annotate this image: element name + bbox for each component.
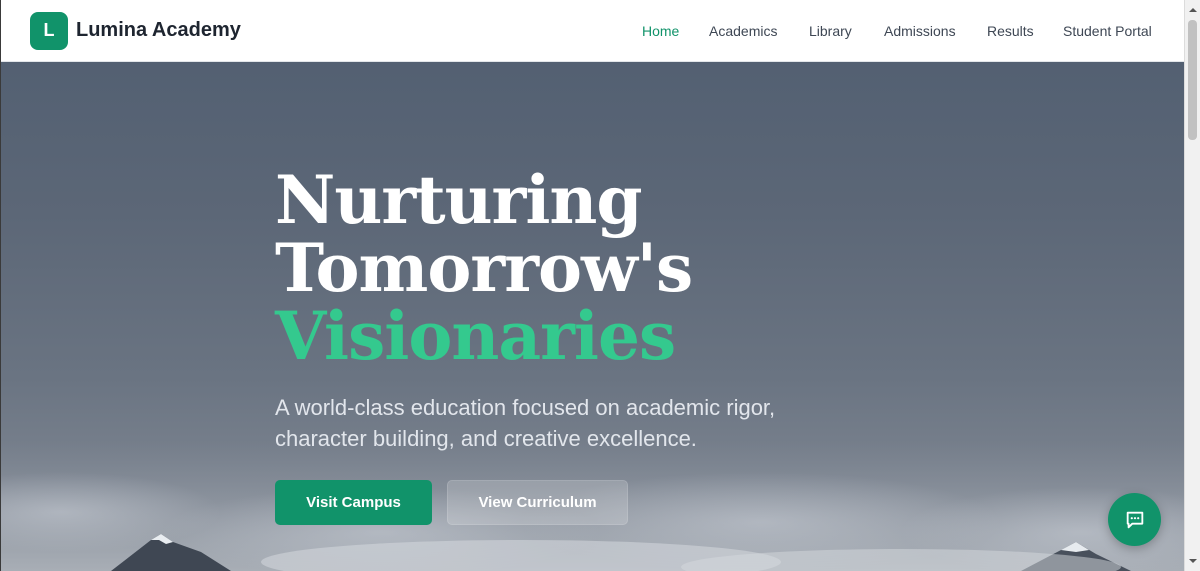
nav-item-library[interactable]: Library (809, 23, 852, 39)
hero-content: Nurturing Tomorrow's Visionaries A world… (275, 166, 895, 525)
nav-item-student-portal[interactable]: Student Portal (1063, 23, 1152, 39)
browser-viewport: L Lumina Academy Home Academics Library … (0, 0, 1184, 571)
chat-button[interactable] (1108, 493, 1161, 546)
logo-mark: L (30, 11, 68, 50)
view-curriculum-button[interactable]: View Curriculum (447, 480, 628, 525)
headline-accent: Visionaries (275, 297, 676, 375)
nav-item-admissions[interactable]: Admissions (884, 23, 956, 39)
hero-cta-row: Visit Campus View Curriculum (275, 480, 675, 526)
brand-name: Lumina Academy (76, 19, 241, 41)
hero-subtext: A world-class education focused on acade… (275, 395, 776, 451)
nav-item-academics[interactable]: Academics (709, 23, 777, 39)
scrollbar-thumb[interactable] (1188, 20, 1197, 140)
scroll-up-arrow-icon[interactable] (1189, 6, 1197, 14)
brand[interactable]: L Lumina Academy (30, 11, 241, 50)
nav-item-home[interactable]: Home (642, 23, 679, 39)
chat-bubble-icon (1126, 511, 1143, 528)
page-scrollbar[interactable] (1184, 0, 1200, 571)
site-header: L Lumina Academy Home Academics Library … (1, 0, 1184, 62)
headline-line-1: Nurturing (275, 161, 643, 239)
headline-line-2: Tomorrow's (275, 229, 693, 307)
hero-section: Nurturing Tomorrow's Visionaries A world… (1, 62, 1184, 571)
logo-letter: L (43, 20, 55, 40)
scroll-down-arrow-icon[interactable] (1189, 557, 1197, 565)
nav-item-results[interactable]: Results (987, 23, 1034, 39)
hero-headline: Nurturing Tomorrow's Visionaries (275, 166, 895, 370)
visit-campus-button[interactable]: Visit Campus (275, 480, 432, 525)
